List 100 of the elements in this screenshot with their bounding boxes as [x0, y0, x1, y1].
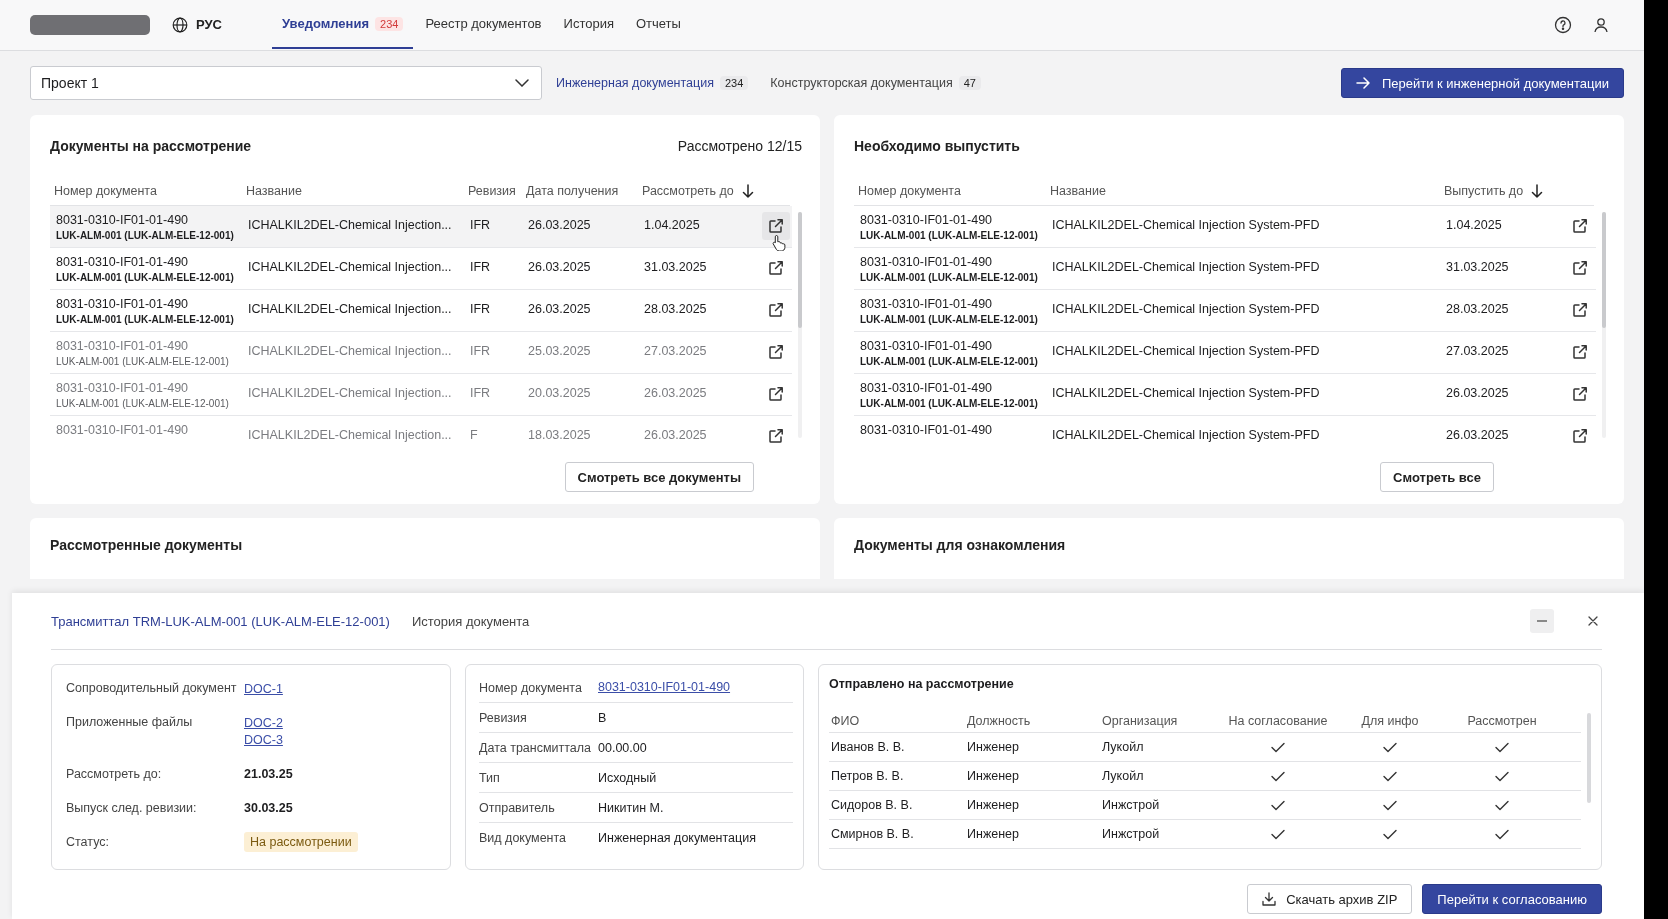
- external-link-icon: [1572, 218, 1588, 234]
- field-label: Тип: [479, 770, 501, 785]
- globe-icon: [172, 16, 188, 33]
- field-value: 21.03.25: [244, 767, 293, 781]
- table-cell: 28.03.2025: [644, 301, 707, 317]
- table-row[interactable]: 8031-0310-IF01-01-490 LUK-ALM-001 (LUK-ALM-ELE-12-001) ICHALKIL2DEL-Chemical Injection... IFR 25.03.2025 27.03.2025: [50, 332, 792, 374]
- card-title: Необходимо выпустить: [854, 138, 1020, 154]
- table-row[interactable]: 8031-0310-IF01-01-490 LUK-ALM-001 (LUK-ALM-ELE-12-001) ICHALKIL2DEL-Chemical Injection System-PFD 28.03.2025: [854, 290, 1596, 332]
- status-badge: На рассмотрении: [244, 832, 358, 852]
- table-cell: Сидоров В. В.: [831, 798, 913, 812]
- table-cell: Смирнов В. В.: [831, 827, 914, 841]
- column-header[interactable]: Номер документа: [54, 184, 157, 198]
- table-cell: ICHALKIL2DEL-Chemical Injection...: [248, 217, 452, 233]
- external-link-icon: [1572, 344, 1588, 360]
- table-cell: 18.03.2025: [528, 427, 591, 443]
- table-cell: Петров В. В.: [831, 769, 904, 783]
- column-header[interactable]: Рассмотреть до: [642, 184, 754, 198]
- panel-tab[interactable]: История документа: [411, 613, 530, 629]
- scrollbar[interactable]: [1587, 713, 1591, 803]
- field-label: Приложенные файлы: [66, 715, 193, 729]
- table-cell: 31.03.2025: [1446, 259, 1509, 275]
- nav-tab[interactable]: История: [553, 0, 624, 49]
- field-label: Ревизия: [479, 710, 528, 725]
- table-cell: ICHALKIL2DEL-Chemical Injection System-PFD: [1052, 385, 1320, 401]
- external-link-icon: [1572, 260, 1588, 276]
- count-badge: 234: [375, 16, 404, 31]
- language-button[interactable]: РУС: [172, 16, 222, 33]
- table-cell: ICHALKIL2DEL-Chemical Injection...: [248, 301, 452, 317]
- table-row[interactable]: 8031-0310-IF01-01-490 LUK-ALM-001 (LUK-ALM-ELE-12-001) ICHALKIL2DEL-Chemical Injection System-PFD 1.04.2025: [854, 206, 1596, 248]
- table-row[interactable]: 8031-0310-IF01-01-490 LUK-ALM-001 (LUK-ALM-ELE-12-001) ICHALKIL2DEL-Chemical Injection System-PFD 26.03.2025: [854, 374, 1596, 416]
- table-row[interactable]: 8031-0310-IF01-01-490 ICHALKIL2DEL-Chemical Injection System-PFD 26.03.2025: [854, 416, 1596, 444]
- scrollbar[interactable]: [798, 212, 802, 438]
- table-cell: Инженер: [967, 769, 1019, 783]
- table-cell: ICHALKIL2DEL-Chemical Injection System-PFD: [1052, 343, 1320, 359]
- table-cell: 26.03.2025: [528, 259, 591, 275]
- table-cell: IFR: [470, 343, 491, 359]
- table-cell: F: [470, 427, 478, 443]
- column-header[interactable]: Название: [246, 184, 302, 198]
- document-link[interactable]: DOC-1: [244, 681, 436, 698]
- document-link[interactable]: DOC-3: [244, 732, 436, 749]
- download-zip-button[interactable]: Скачать архив ZIP: [1247, 884, 1413, 914]
- project-select[interactable]: Проект 1: [30, 66, 542, 100]
- table-cell: 20.03.2025: [528, 385, 591, 401]
- table-row[interactable]: 8031-0310-IF01-01-490 LUK-ALM-001 (LUK-ALM-ELE-12-001) ICHALKIL2DEL-Chemical Injection... IFR 20.03.2025 26.03.2025: [50, 374, 792, 416]
- view-all-button[interactable]: Смотреть все документы: [564, 462, 754, 492]
- table-row[interactable]: 8031-0310-IF01-01-490 LUK-ALM-001 (LUK-ALM-ELE-12-001) ICHALKIL2DEL-Chemical Injection... IFR 26.03.2025 31.03.2025: [50, 248, 792, 290]
- table-cell: ICHALKIL2DEL-Chemical Injection System-PFD: [1052, 259, 1320, 275]
- table-row[interactable]: 8031-0310-IF01-01-490 LUK-ALM-001 (LUK-ALM-ELE-12-001) ICHALKIL2DEL-Chemical Injection System-PFD 27.03.2025: [854, 332, 1596, 374]
- table-cell: IFR: [470, 385, 491, 401]
- table-cell: Иванов В. В.: [831, 740, 905, 754]
- document-number: 8031-0310-IF01-01-490: [860, 296, 993, 312]
- table-cell: ICHALKIL2DEL-Chemical Injection...: [248, 343, 452, 359]
- column-header[interactable]: Номер документа: [858, 184, 961, 198]
- document-code: LUK-ALM-001 (LUK-ALM-ELE-12-001): [56, 397, 229, 411]
- table-cell: 1.04.2025: [1446, 217, 1502, 233]
- external-link-icon: [1572, 386, 1588, 402]
- scrollbar[interactable]: [1602, 212, 1606, 438]
- open-document-button[interactable]: [762, 212, 790, 240]
- nav-tab[interactable]: Отчеты: [625, 0, 691, 49]
- nav-tab[interactable]: Реестр документов: [415, 0, 552, 49]
- table-cell: Инженер: [967, 827, 1019, 841]
- document-code: LUK-ALM-001 (LUK-ALM-ELE-12-001): [56, 271, 234, 285]
- table-cell: Инженер: [967, 798, 1019, 812]
- external-link-icon: [768, 260, 784, 276]
- panel-tab[interactable]: Трансмиттал TRM-LUK-ALM-001 (LUK-ALM-ELE-12-001): [51, 613, 390, 629]
- view-all-button[interactable]: Смотреть все: [1380, 462, 1494, 492]
- arrow-right-icon: [1355, 77, 1370, 89]
- document-code: LUK-ALM-001 (LUK-ALM-ELE-12-001): [860, 229, 1038, 243]
- column-header[interactable]: Дата получения: [526, 184, 619, 198]
- field-value: Инженерная документация: [598, 831, 756, 845]
- table-row[interactable]: 8031-0310-IF01-01-490 ICHALKIL2DEL-Chemical Injection... F 18.03.2025 26.03.2025: [50, 416, 792, 444]
- column-header[interactable]: Название: [1050, 184, 1106, 198]
- document-link[interactable]: 8031-0310-IF01-01-490: [598, 679, 731, 696]
- document-type-tab[interactable]: Конструкторская документация 47: [770, 76, 981, 90]
- chevron-icon: [515, 79, 529, 87]
- table-row[interactable]: 8031-0310-IF01-01-490 LUK-ALM-001 (LUK-ALM-ELE-12-001) ICHALKIL2DEL-Chemical Injection... IFR 26.03.2025 1.04.2025: [50, 206, 792, 248]
- table-cell: IFR: [470, 301, 491, 317]
- table-cell: IFR: [470, 259, 491, 275]
- minimize-button[interactable]: [1530, 609, 1554, 633]
- external-link-icon: [1572, 428, 1588, 444]
- document-code: LUK-ALM-001 (LUK-ALM-ELE-12-001): [860, 271, 1038, 285]
- card-title: Отправлено на рассмотрение: [829, 677, 1015, 691]
- table-row[interactable]: 8031-0310-IF01-01-490 LUK-ALM-001 (LUK-ALM-ELE-12-001) ICHALKIL2DEL-Chemical Injection System-PFD 31.03.2025: [854, 248, 1596, 290]
- column-header[interactable]: Ревизия: [468, 184, 516, 198]
- external-link-icon: [768, 344, 784, 360]
- go-to-approval-button[interactable]: Перейти к согласованию: [1422, 884, 1602, 914]
- go-to-documentation-button[interactable]: Перейти к инженерной документации: [1340, 68, 1624, 98]
- field-label: Выпуск след. ревизии:: [66, 801, 197, 815]
- document-link[interactable]: DOC-2: [244, 715, 436, 732]
- document-type-tab[interactable]: Инженерная документация 234: [556, 76, 749, 90]
- column-header[interactable]: Выпустить до: [1444, 184, 1544, 198]
- table-row[interactable]: 8031-0310-IF01-01-490 LUK-ALM-001 (LUK-ALM-ELE-12-001) ICHALKIL2DEL-Chemical Injection... IFR 26.03.2025 28.03.2025: [50, 290, 792, 332]
- user-icon: [1592, 15, 1610, 34]
- document-number: 8031-0310-IF01-01-490: [860, 380, 993, 396]
- document-number: 8031-0310-IF01-01-490: [56, 422, 189, 438]
- table-cell: Инжстрой: [1102, 798, 1160, 812]
- nav-tab[interactable]: Уведомления 234: [272, 0, 414, 49]
- document-number: 8031-0310-IF01-01-490: [860, 338, 993, 354]
- document-number: 8031-0310-IF01-01-490: [860, 254, 993, 270]
- sort-arrow-icon: [1531, 184, 1544, 198]
